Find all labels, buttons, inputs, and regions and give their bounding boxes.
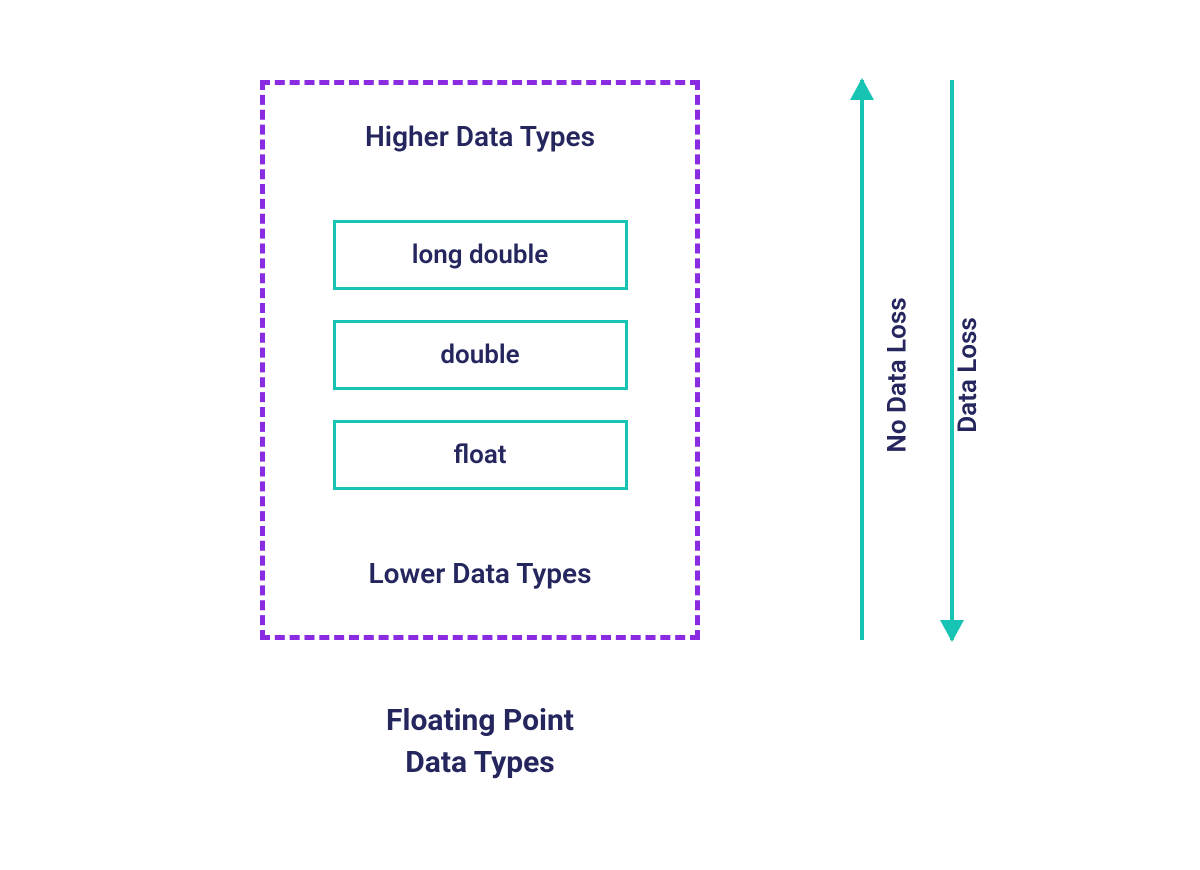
data-types-container: Higher Data Types long double double flo… <box>260 80 700 640</box>
caption-line-1: Floating Point <box>260 700 700 742</box>
type-box-float: float <box>333 420 628 490</box>
type-boxes-group: long double double float <box>305 220 655 490</box>
type-box-double: double <box>333 320 628 390</box>
higher-types-label: Higher Data Types <box>365 120 595 153</box>
no-data-loss-label: No Data Loss <box>883 297 913 452</box>
caption-line-2: Data Types <box>260 742 700 784</box>
lower-types-label: Lower Data Types <box>368 557 591 590</box>
diagram-caption: Floating Point Data Types <box>260 700 700 784</box>
arrow-up-icon <box>860 80 864 640</box>
arrows-container: No Data Loss Data Loss <box>800 80 1000 640</box>
data-loss-label: Data Loss <box>953 317 983 433</box>
type-box-long-double: long double <box>333 220 628 290</box>
